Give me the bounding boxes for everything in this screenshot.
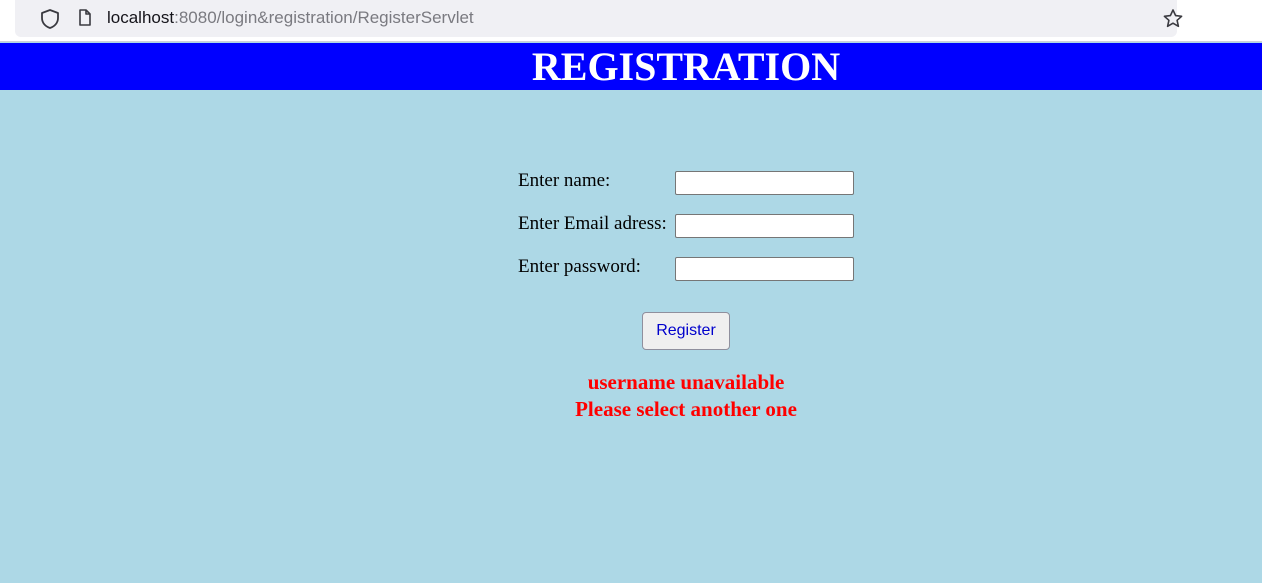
- name-input[interactable]: [675, 171, 854, 195]
- password-label: Enter password:: [518, 256, 641, 277]
- name-label: Enter name:: [518, 170, 611, 191]
- bookmark-star-icon[interactable]: [1161, 7, 1185, 31]
- url-text[interactable]: localhost:8080/login&registration/Regist…: [107, 8, 474, 28]
- error-message-line2: Please select another one: [575, 397, 797, 421]
- register-button[interactable]: Register: [642, 312, 730, 350]
- url-path: :8080/login&registration/RegisterServlet: [174, 8, 474, 27]
- email-label: Enter Email adress:: [518, 213, 667, 234]
- email-input[interactable]: [675, 214, 854, 238]
- browser-toolbar: localhost:8080/login&registration/Regist…: [0, 0, 1262, 42]
- error-message-line1: username unavailable: [587, 370, 785, 394]
- url-host: localhost: [107, 8, 175, 27]
- email-row: Enter Email adress:: [518, 211, 858, 238]
- page-icon: [75, 8, 95, 28]
- password-row: Enter password:: [518, 254, 858, 281]
- header-band: REGISTRATION: [0, 43, 1262, 90]
- address-bar[interactable]: localhost:8080/login&registration/Regist…: [15, 0, 1183, 37]
- password-input[interactable]: [675, 257, 854, 281]
- shield-icon[interactable]: [39, 8, 61, 30]
- name-row: Enter name:: [518, 168, 858, 195]
- page-title: REGISTRATION: [531, 44, 841, 89]
